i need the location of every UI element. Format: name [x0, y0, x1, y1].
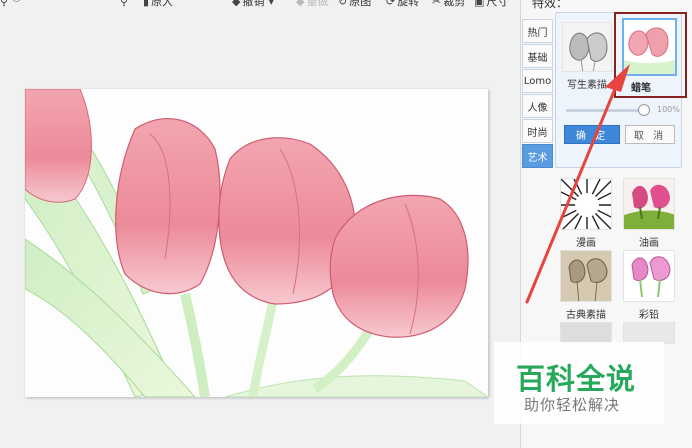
reset-icon: ↻	[338, 0, 348, 8]
undo-button[interactable]: ◆ 撤销 ▾	[232, 0, 276, 8]
tab-hot[interactable]: 热门	[522, 19, 553, 43]
intensity-slider-knob[interactable]	[638, 104, 650, 116]
effect-next-2-thumbnail[interactable]	[623, 322, 675, 344]
tab-art[interactable]: 艺术	[522, 144, 553, 168]
rotate-label: 旋转	[397, 0, 420, 8]
effect-next-1-thumbnail[interactable]	[560, 322, 612, 344]
size-label: 尺寸	[486, 0, 509, 8]
undo-icon: ◆	[232, 0, 241, 8]
size-button[interactable]: ▣ 尺寸	[474, 0, 508, 8]
effect-category-tabs: 热门 基础 Lomo 人像 时尚 艺术	[522, 19, 554, 169]
effect-comic-label: 漫画	[576, 238, 596, 249]
reset-label: 原图	[349, 0, 372, 8]
effect-color-pencil-thumbnail	[623, 250, 675, 302]
tulips-image	[25, 89, 488, 397]
effects-panel-title: 特效：	[532, 0, 569, 10]
effect-classic-sketch[interactable]: 古典素描	[560, 250, 612, 321]
zoom-out-icon[interactable]: ⚲	[0, 0, 10, 8]
intensity-slider[interactable]	[566, 109, 648, 112]
effect-color-pencil-label: 彩铅	[639, 310, 659, 321]
watermark-subtitle: 助你轻松解决	[524, 396, 621, 414]
crop-label: 裁剪	[443, 0, 466, 8]
watermark: 百科全说 助你轻松解决	[494, 342, 664, 424]
effect-oil-thumbnail	[623, 178, 675, 230]
redo-label: 重做	[306, 0, 329, 8]
photo-editor: ⚲ ⚲ ▮ 原大 ◆ 撤销 ▾ ◆ 重做 ↻ 原图 ⟳ 旋转 ✂ 裁剪 ▣ 尺寸…	[0, 0, 692, 448]
resize-icon: ▣	[474, 0, 485, 8]
effect-comic-thumbnail	[560, 178, 612, 230]
canvas-photo	[25, 89, 488, 397]
effect-color-pencil[interactable]: 彩铅	[623, 250, 675, 321]
original-size-icon: ▮	[143, 0, 150, 8]
reset-button[interactable]: ↻ 原图	[338, 0, 371, 8]
original-size-label: 原大	[151, 0, 174, 8]
tab-fashion[interactable]: 时尚	[522, 119, 553, 143]
cancel-button[interactable]: 取 消	[625, 125, 675, 144]
effect-crayon-label[interactable]: 蜡笔	[631, 79, 651, 94]
effect-classic-sketch-thumbnail	[560, 250, 612, 302]
effect-comic[interactable]: 漫画	[560, 178, 612, 249]
toolbar: ⚲ ⚲ ▮ 原大 ◆ 撤销 ▾ ◆ 重做 ↻ 原图 ⟳ 旋转 ✂ 裁剪 ▣ 尺寸	[0, 0, 522, 10]
zoom-in-icon[interactable]: ⚲	[120, 0, 130, 8]
undo-label: 撤销	[242, 0, 265, 8]
redo-icon: ◆	[296, 0, 305, 8]
tab-portrait[interactable]: 人像	[522, 94, 553, 118]
crop-button[interactable]: ✂ 裁剪	[432, 0, 465, 8]
chevron-down-icon[interactable]: ▾	[268, 0, 274, 8]
tab-lomo[interactable]: Lomo	[522, 69, 553, 93]
scissors-icon: ✂	[432, 0, 442, 8]
effect-sketch[interactable]: 写生素描	[562, 22, 612, 91]
effect-oil[interactable]: 油画	[623, 178, 675, 249]
effect-sketch-thumbnail	[562, 22, 612, 72]
original-size-button[interactable]: ▮ 原大	[143, 0, 173, 8]
effect-oil-label: 油画	[639, 238, 659, 249]
rotate-button[interactable]: ⟳ 旋转	[386, 0, 419, 8]
rotate-icon: ⟳	[386, 0, 396, 8]
effect-crayon-thumbnail[interactable]	[622, 18, 677, 76]
tab-basic[interactable]: 基础	[522, 44, 553, 68]
confirm-button[interactable]: 确 定	[564, 125, 620, 144]
intensity-value: 100%	[657, 105, 680, 114]
zoom-slider-knob[interactable]	[12, 0, 21, 2]
watermark-title: 百科全说	[516, 362, 637, 396]
redo-button[interactable]: ◆ 重做	[296, 0, 328, 8]
effect-classic-sketch-label: 古典素描	[566, 310, 606, 321]
effect-sketch-label: 写生素描	[567, 80, 607, 91]
